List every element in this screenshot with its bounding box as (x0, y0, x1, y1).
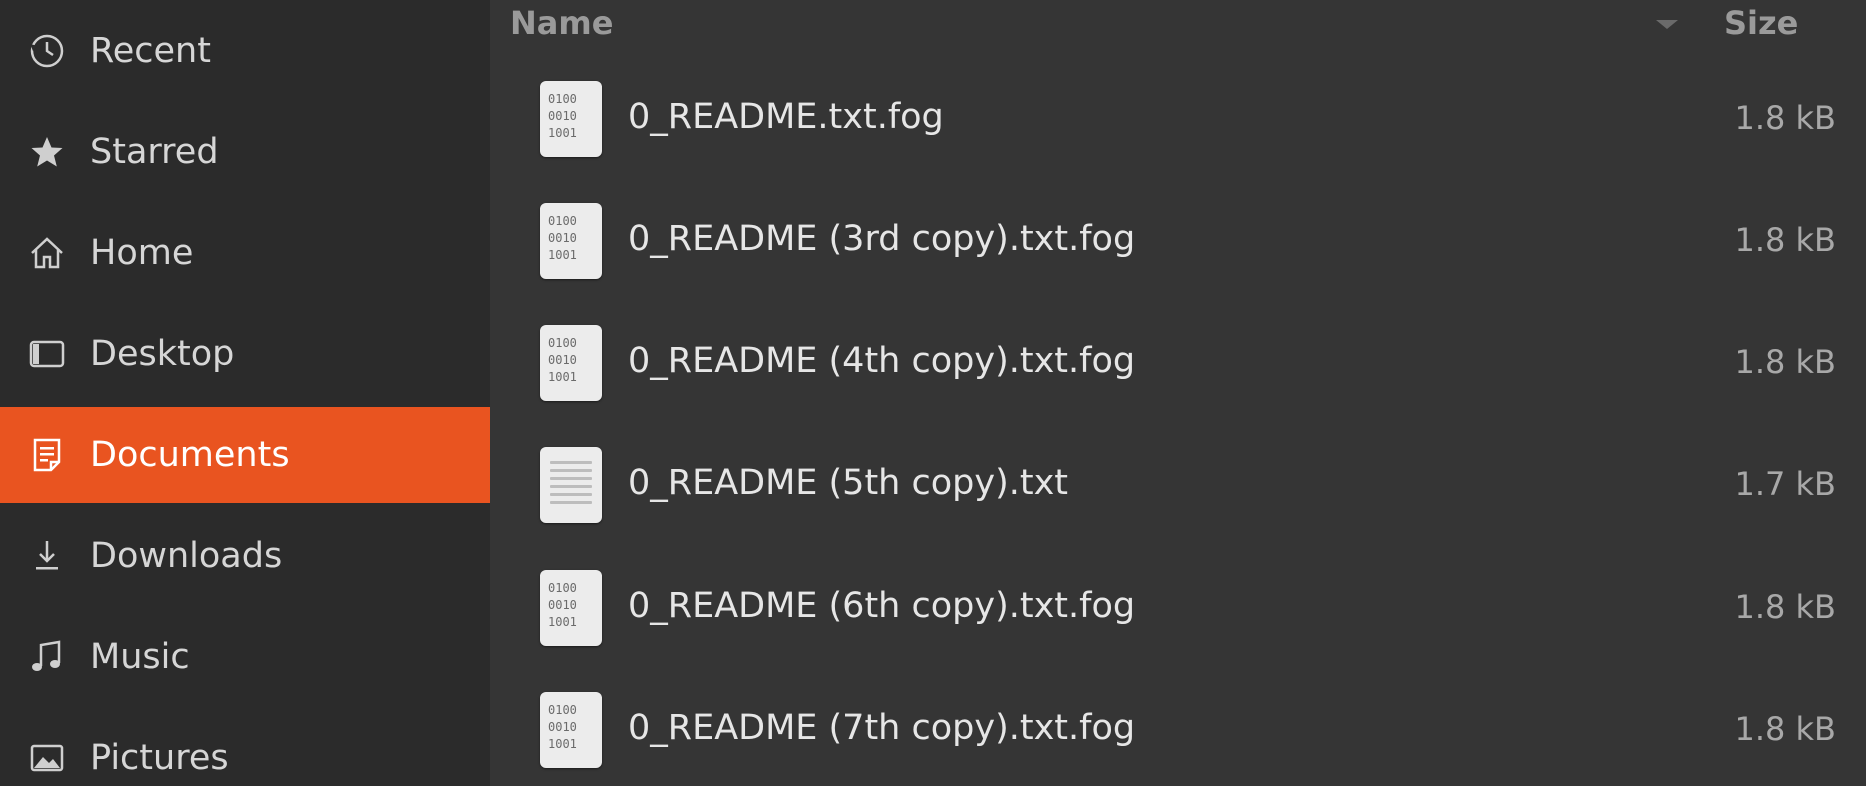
file-name: 0_README (5th copy).txt (628, 463, 1069, 503)
sidebar-item-label: Desktop (90, 334, 235, 374)
sidebar-item-starred[interactable]: Starred (0, 104, 490, 200)
file-list: Name Size 0100 0010 1001 0_README.txt.fo… (490, 0, 1866, 786)
file-name: 0_README (4th copy).txt.fog (628, 341, 1136, 381)
sidebar-item-label: Music (90, 637, 190, 677)
file-row[interactable]: 0100 0010 1001 0_README (3rd copy).txt.f… (490, 181, 1866, 303)
clock-icon (26, 30, 68, 72)
file-name: 0_README (3rd copy).txt.fog (628, 219, 1136, 259)
file-name: 0_README (6th copy).txt.fog (628, 586, 1136, 626)
sidebar-item-recent[interactable]: Recent (0, 3, 490, 99)
name-column-header[interactable]: Name (510, 4, 613, 42)
sidebar-item-label: Documents (90, 435, 290, 475)
sidebar-item-label: Pictures (90, 738, 229, 778)
desktop-icon (26, 333, 68, 375)
music-note-icon (26, 636, 68, 678)
sidebar-item-label: Recent (90, 31, 211, 71)
file-size: 1.8 kB (1734, 221, 1836, 259)
sidebar-item-pictures[interactable]: Pictures (0, 710, 490, 786)
home-icon (26, 232, 68, 274)
document-icon (26, 434, 68, 476)
file-size: 1.8 kB (1734, 99, 1836, 137)
file-row[interactable]: 0100 0010 1001 0_README.txt.fog 1.8 kB (490, 59, 1866, 181)
sidebar: Recent Starred Home Desktop Documents Do… (0, 0, 490, 786)
sort-descending-icon[interactable] (1656, 20, 1678, 29)
picture-icon (26, 737, 68, 779)
sidebar-item-downloads[interactable]: Downloads (0, 508, 490, 604)
sidebar-item-documents[interactable]: Documents (0, 407, 490, 503)
file-size: 1.7 kB (1734, 465, 1836, 503)
sidebar-item-label: Home (90, 233, 194, 273)
binary-file-icon: 0100 0010 1001 (540, 81, 602, 157)
size-column-header[interactable]: Size (1724, 4, 1798, 42)
file-manager-window: Recent Starred Home Desktop Documents Do… (0, 0, 1866, 786)
binary-file-icon: 0100 0010 1001 (540, 692, 602, 768)
star-icon (26, 131, 68, 173)
file-name: 0_README (7th copy).txt.fog (628, 708, 1136, 748)
sidebar-item-label: Starred (90, 132, 219, 172)
file-size: 1.8 kB (1734, 343, 1836, 381)
binary-file-icon: 0100 0010 1001 (540, 325, 602, 401)
file-name: 0_README.txt.fog (628, 97, 944, 137)
sidebar-item-home[interactable]: Home (0, 205, 490, 301)
file-row[interactable]: 0_README (5th copy).txt 1.7 kB (490, 425, 1866, 547)
text-file-icon (540, 447, 602, 523)
sidebar-item-music[interactable]: Music (0, 609, 490, 705)
file-row[interactable]: 0100 0010 1001 0_README (4th copy).txt.f… (490, 303, 1866, 425)
sidebar-item-label: Downloads (90, 536, 283, 576)
download-icon (26, 535, 68, 577)
sidebar-item-desktop[interactable]: Desktop (0, 306, 490, 402)
binary-file-icon: 0100 0010 1001 (540, 570, 602, 646)
file-size: 1.8 kB (1734, 588, 1836, 626)
binary-file-icon: 0100 0010 1001 (540, 203, 602, 279)
file-row[interactable]: 0100 0010 1001 0_README (6th copy).txt.f… (490, 548, 1866, 670)
file-row[interactable]: 0100 0010 1001 0_README (7th copy).txt.f… (490, 670, 1866, 786)
list-header: Name Size (490, 0, 1866, 52)
file-size: 1.8 kB (1734, 710, 1836, 748)
